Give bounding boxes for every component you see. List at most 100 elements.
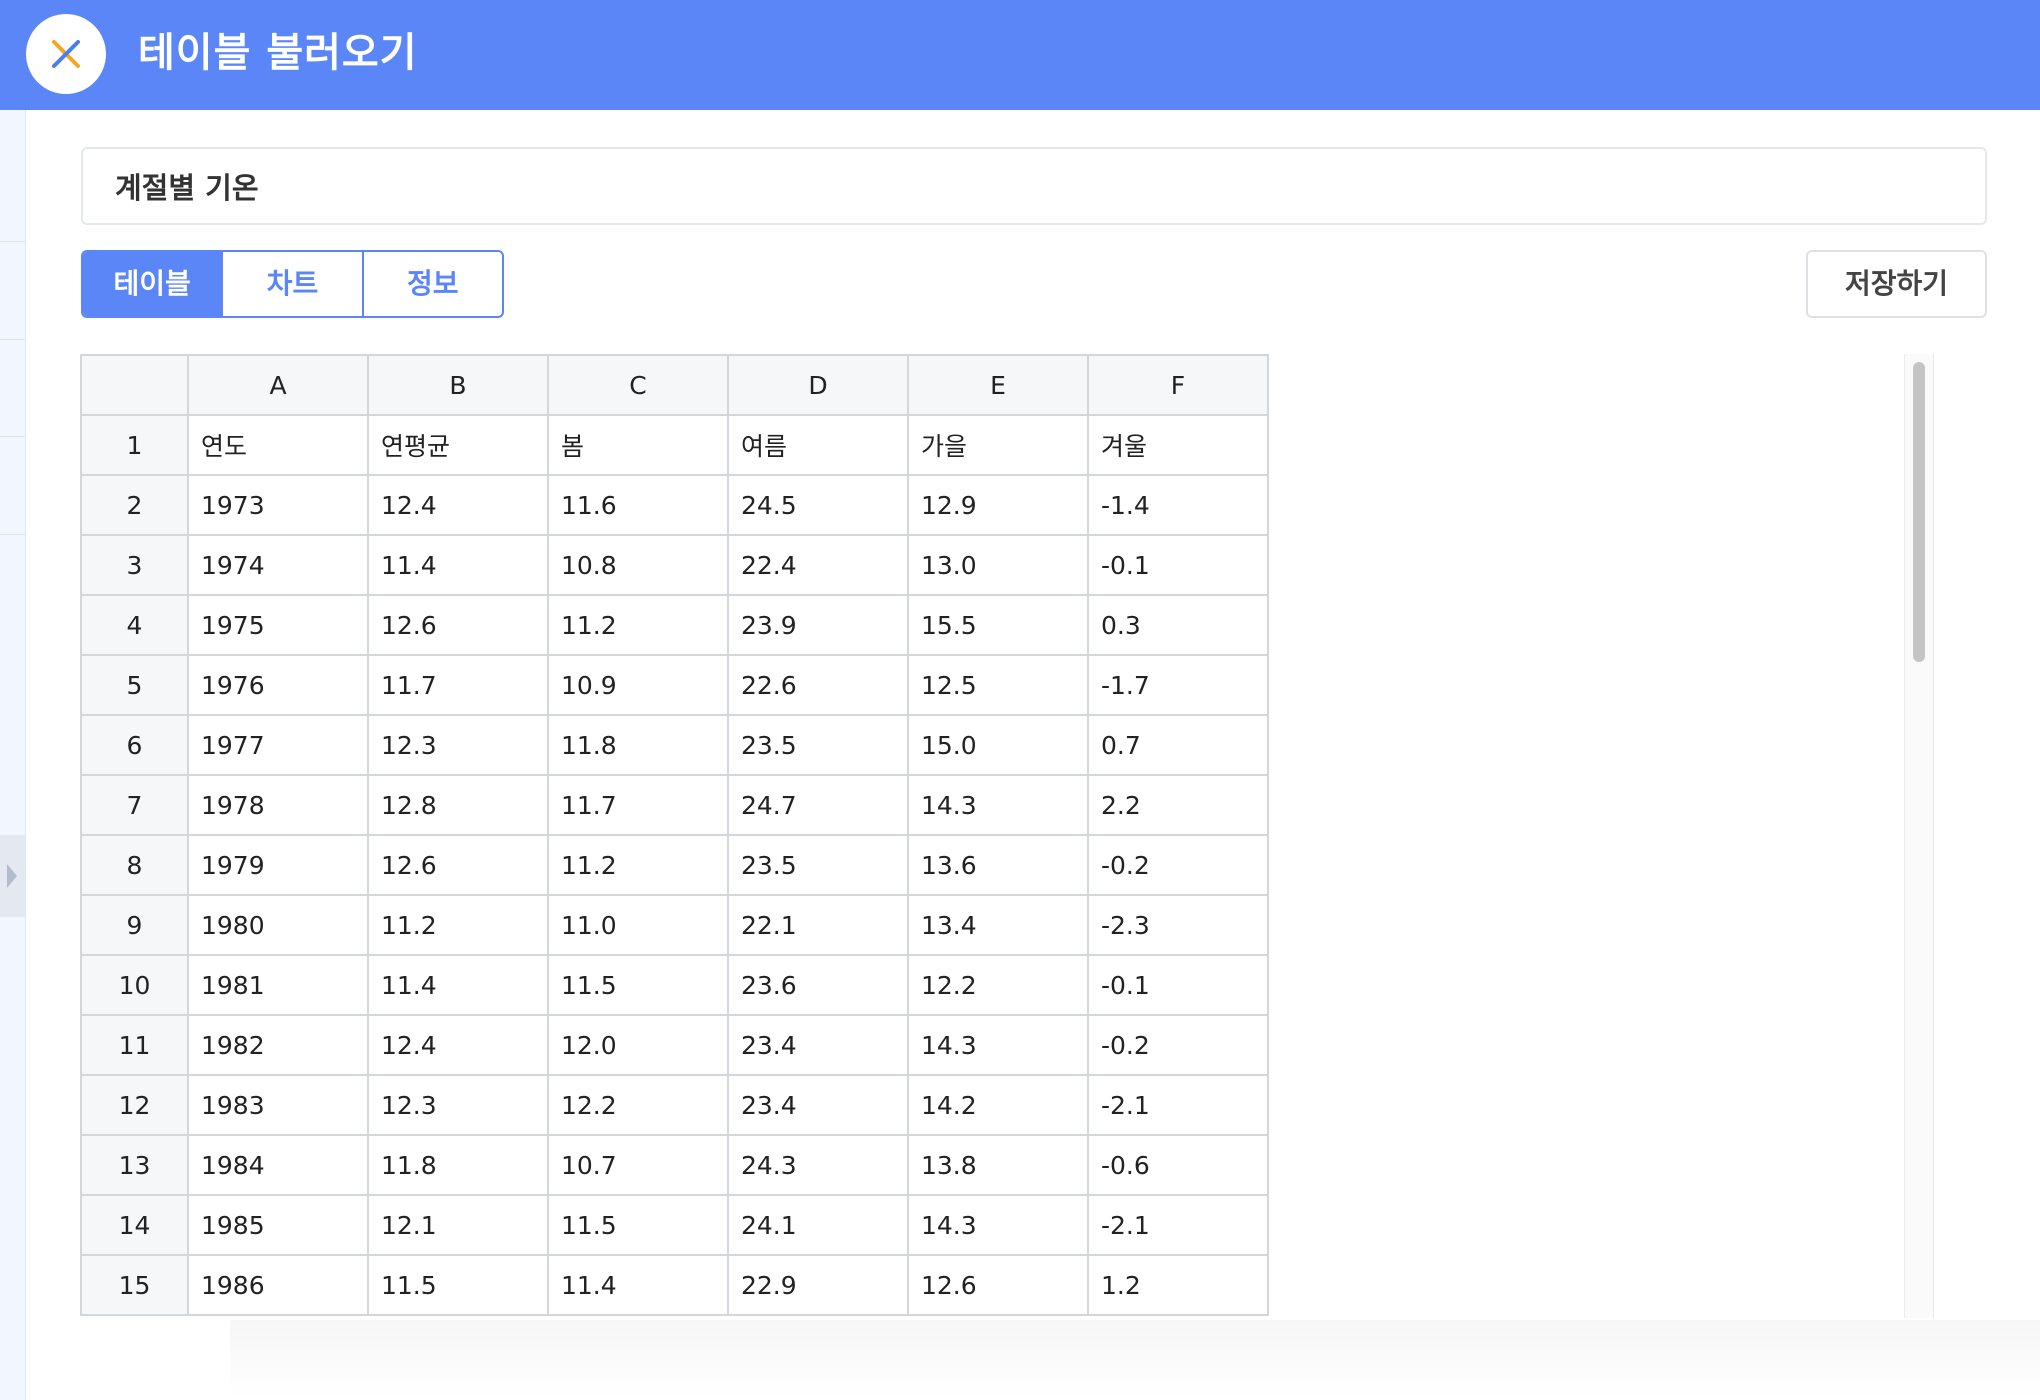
tab-chart[interactable]: 차트 <box>221 252 361 316</box>
grid-cell[interactable]: 11.4 <box>367 954 549 1016</box>
grid-cell[interactable]: 23.9 <box>727 594 909 656</box>
grid-cell[interactable]: 14.2 <box>907 1074 1089 1136</box>
close-button[interactable] <box>26 14 106 94</box>
grid-cell[interactable]: 1973 <box>187 474 369 536</box>
grid-cell[interactable]: 1976 <box>187 654 369 716</box>
grid-cell[interactable]: 1982 <box>187 1014 369 1076</box>
grid-cell[interactable]: 12.6 <box>367 834 549 896</box>
grid-cell[interactable]: 10.8 <box>547 534 729 596</box>
grid-cell[interactable]: -2.1 <box>1087 1074 1269 1136</box>
grid-cell[interactable]: 연평균 <box>367 414 549 476</box>
row-header[interactable]: 9 <box>80 894 189 956</box>
grid-cell[interactable]: 1974 <box>187 534 369 596</box>
grid-cell[interactable]: 15.0 <box>907 714 1089 776</box>
row-header[interactable]: 10 <box>80 954 189 1016</box>
grid-cell[interactable]: 12.4 <box>367 1014 549 1076</box>
grid-cell[interactable]: 여름 <box>727 414 909 476</box>
grid-cell[interactable]: 11.5 <box>547 1194 729 1256</box>
row-header[interactable]: 5 <box>80 654 189 716</box>
grid-cell[interactable]: 11.5 <box>547 954 729 1016</box>
grid-cell[interactable]: 23.4 <box>727 1074 909 1136</box>
grid-cell[interactable]: 13.4 <box>907 894 1089 956</box>
grid-cell[interactable]: 11.7 <box>367 654 549 716</box>
grid-cell[interactable]: 12.8 <box>367 774 549 836</box>
grid-cell[interactable]: 13.8 <box>907 1134 1089 1196</box>
column-header-b[interactable]: B <box>367 354 549 416</box>
grid-cell[interactable]: 11.4 <box>367 534 549 596</box>
grid-cell[interactable]: 14.3 <box>907 1014 1089 1076</box>
row-header[interactable]: 6 <box>80 714 189 776</box>
grid-cell[interactable]: 22.9 <box>727 1254 909 1316</box>
grid-cell[interactable]: 1.2 <box>1087 1254 1269 1316</box>
grid-cell[interactable]: 11.8 <box>367 1134 549 1196</box>
grid-cell[interactable]: 봄 <box>547 414 729 476</box>
grid-cell[interactable]: 11.8 <box>547 714 729 776</box>
grid-cell[interactable]: 23.6 <box>727 954 909 1016</box>
grid-cell[interactable]: 22.1 <box>727 894 909 956</box>
scrollbar-thumb[interactable] <box>1913 362 1925 662</box>
grid-cell[interactable]: 11.2 <box>547 594 729 656</box>
grid-cell[interactable]: 11.7 <box>547 774 729 836</box>
row-header[interactable]: 13 <box>80 1134 189 1196</box>
grid-cell[interactable]: -2.1 <box>1087 1194 1269 1256</box>
grid-cell[interactable]: -0.1 <box>1087 534 1269 596</box>
column-header-a[interactable]: A <box>187 354 369 416</box>
grid-cell[interactable]: 10.7 <box>547 1134 729 1196</box>
grid-cell[interactable]: 24.1 <box>727 1194 909 1256</box>
row-header[interactable]: 11 <box>80 1014 189 1076</box>
row-header[interactable]: 4 <box>80 594 189 656</box>
grid-cell[interactable]: 12.4 <box>367 474 549 536</box>
grid-cell[interactable]: 12.3 <box>367 714 549 776</box>
grid-cell[interactable]: 14.3 <box>907 1194 1089 1256</box>
column-header-e[interactable]: E <box>907 354 1089 416</box>
row-header[interactable]: 7 <box>80 774 189 836</box>
grid-cell[interactable]: 13.6 <box>907 834 1089 896</box>
grid-cell[interactable]: 10.9 <box>547 654 729 716</box>
grid-cell[interactable]: 가을 <box>907 414 1089 476</box>
save-button[interactable]: 저장하기 <box>1806 250 1987 318</box>
grid-cell[interactable]: -0.2 <box>1087 834 1269 896</box>
vertical-scrollbar[interactable] <box>1904 354 1934 1318</box>
grid-cell[interactable]: 24.7 <box>727 774 909 836</box>
grid-cell[interactable]: 12.9 <box>907 474 1089 536</box>
column-header-c[interactable]: C <box>547 354 729 416</box>
row-header[interactable]: 3 <box>80 534 189 596</box>
grid-cell[interactable]: 23.4 <box>727 1014 909 1076</box>
grid-cell[interactable]: 12.6 <box>907 1254 1089 1316</box>
grid-cell[interactable]: 12.1 <box>367 1194 549 1256</box>
grid-cell[interactable]: 1977 <box>187 714 369 776</box>
grid-cell[interactable]: 14.3 <box>907 774 1089 836</box>
grid-cell[interactable]: -0.2 <box>1087 1014 1269 1076</box>
grid-cell[interactable]: -1.7 <box>1087 654 1269 716</box>
row-header[interactable]: 12 <box>80 1074 189 1136</box>
grid-cell[interactable]: 1975 <box>187 594 369 656</box>
grid-cell[interactable]: 15.5 <box>907 594 1089 656</box>
column-header-d[interactable]: D <box>727 354 909 416</box>
row-header[interactable]: 2 <box>80 474 189 536</box>
tab-table[interactable]: 테이블 <box>83 252 222 316</box>
table-name-input[interactable] <box>81 147 1987 225</box>
grid-cell[interactable]: 11.5 <box>367 1254 549 1316</box>
column-header-f[interactable]: F <box>1087 354 1269 416</box>
grid-cell[interactable]: 1981 <box>187 954 369 1016</box>
grid-cell[interactable]: 24.5 <box>727 474 909 536</box>
tab-info[interactable]: 정보 <box>361 252 502 316</box>
grid-cell[interactable]: 1986 <box>187 1254 369 1316</box>
grid-cell[interactable]: 1984 <box>187 1134 369 1196</box>
grid-cell[interactable]: 1979 <box>187 834 369 896</box>
grid-cell[interactable]: 1978 <box>187 774 369 836</box>
expand-panel-handle[interactable] <box>0 835 25 917</box>
grid-cell[interactable]: 23.5 <box>727 714 909 776</box>
grid-cell[interactable]: 11.2 <box>547 834 729 896</box>
grid-cell[interactable]: 11.2 <box>367 894 549 956</box>
grid-cell[interactable]: 24.3 <box>727 1134 909 1196</box>
row-header[interactable]: 1 <box>80 414 189 476</box>
row-header[interactable]: 8 <box>80 834 189 896</box>
grid-cell[interactable]: 12.0 <box>547 1014 729 1076</box>
grid-cell[interactable]: -2.3 <box>1087 894 1269 956</box>
grid-cell[interactable]: 22.6 <box>727 654 909 716</box>
row-header[interactable]: 15 <box>80 1254 189 1316</box>
grid-cell[interactable]: 0.3 <box>1087 594 1269 656</box>
grid-cell[interactable]: 11.6 <box>547 474 729 536</box>
grid-cell[interactable]: 22.4 <box>727 534 909 596</box>
